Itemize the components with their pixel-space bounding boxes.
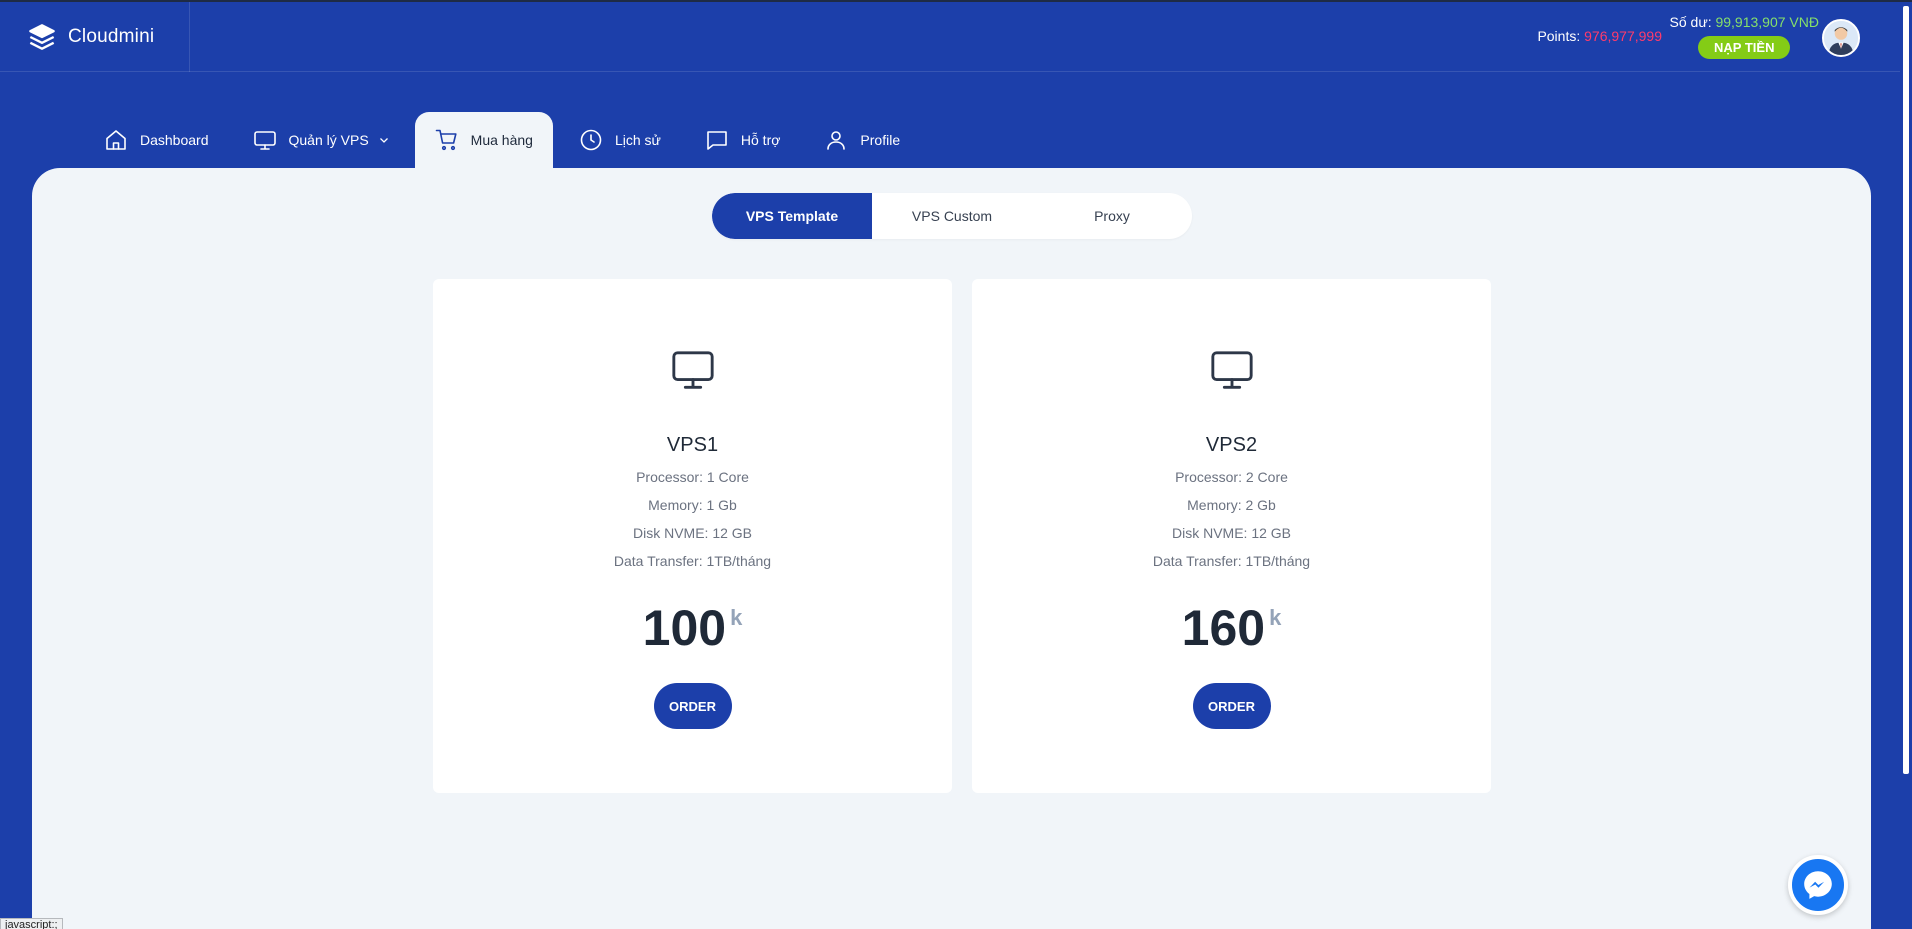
nav-dashboard-label: Dashboard	[140, 132, 209, 148]
messenger-chat-button[interactable]	[1788, 855, 1848, 915]
page-scrollbar[interactable]	[1900, 2, 1912, 929]
plan-processor: Processor: 1 Core	[636, 469, 749, 485]
home-icon	[106, 130, 126, 150]
layers-logo-icon	[29, 24, 55, 50]
points-label: Points:	[1537, 28, 1581, 44]
nav-vps-label: Quản lý VPS	[288, 132, 369, 148]
order-button[interactable]: ORDER	[653, 683, 732, 729]
plan-price-value: 100	[642, 600, 727, 656]
plan-disk: Disk NVME: 12 GB	[632, 525, 753, 541]
nav-profile[interactable]: Profile	[806, 112, 918, 168]
plan-card-vps1: VPS1 Processor: 1 Core Memory: 1 Gb Disk…	[433, 279, 952, 793]
plan-memory: Memory: 2 Gb	[1187, 497, 1276, 513]
chevron-down-icon	[379, 138, 388, 143]
nav-support-label: Hỗ trợ	[740, 132, 781, 148]
balance-label: Số dư:	[1669, 14, 1712, 30]
main-content: VPS Template VPS Custom Proxy VPS1 Proce…	[32, 168, 1871, 929]
user-avatar-icon	[1824, 21, 1858, 55]
main-nav: Dashboard Quản lý VPS Mua hàng Lịch sử H…	[86, 112, 926, 168]
nav-dashboard[interactable]: Dashboard	[86, 112, 227, 168]
points-value: 976,977,999	[1584, 28, 1662, 44]
user-icon	[827, 131, 846, 150]
plan-memory: Memory: 1 Gb	[648, 497, 737, 513]
balance-value: 99,913,907 VNĐ	[1715, 14, 1819, 30]
nav-shop[interactable]: Mua hàng	[414, 112, 553, 168]
chat-bubble-icon	[707, 131, 727, 150]
plan-disk: Disk NVME: 12 GB	[1171, 525, 1292, 541]
nav-vps-manage[interactable]: Quản lý VPS	[235, 112, 407, 168]
plan-transfer: Data Transfer: 1TB/tháng	[613, 553, 772, 569]
cart-icon	[435, 129, 457, 151]
monitor-icon	[671, 351, 714, 389]
clock-icon	[580, 129, 602, 151]
nav-support[interactable]: Hỗ trợ	[687, 112, 799, 168]
plan-price-unit: k	[1269, 605, 1282, 630]
plan-price-unit: k	[730, 605, 743, 630]
messenger-icon	[1804, 871, 1832, 899]
tab-vps-template[interactable]: VPS Template	[712, 193, 872, 239]
plan-transfer: Data Transfer: 1TB/tháng	[1152, 553, 1311, 569]
plan-price: 160 k	[972, 599, 1491, 657]
nav-history[interactable]: Lịch sử	[561, 112, 679, 168]
points-display: Points: 976,977,999	[1537, 28, 1662, 44]
avatar[interactable]	[1822, 19, 1860, 57]
tab-vps-custom[interactable]: VPS Custom	[872, 193, 1032, 239]
status-bar-tooltip: javascript:;	[0, 918, 63, 929]
plan-name: VPS2	[1205, 434, 1258, 456]
plan-name: VPS1	[666, 434, 719, 456]
plan-price-value: 160	[1181, 600, 1266, 656]
nav-profile-label: Profile	[860, 132, 901, 148]
plan-card-vps2: VPS2 Processor: 2 Core Memory: 2 Gb Disk…	[972, 279, 1491, 793]
product-tabs: VPS Template VPS Custom Proxy	[712, 193, 1192, 239]
balance-display: Số dư: 99,913,907 VNĐ NẠP TIỀN	[1670, 14, 1819, 59]
brand-name: Cloudmini	[68, 26, 155, 47]
monitor-icon	[1210, 351, 1253, 389]
order-button[interactable]: ORDER	[1192, 683, 1271, 729]
plan-processor: Processor: 2 Core	[1175, 469, 1288, 485]
nav-shop-label: Mua hàng	[470, 132, 533, 148]
topup-button[interactable]: NẠP TIỀN	[1698, 36, 1791, 59]
brand[interactable]: Cloudmini	[28, 2, 190, 72]
scrollbar-thumb[interactable]	[1903, 6, 1909, 774]
top-header: Cloudmini Points: 976,977,999 Số dư: 99,…	[0, 2, 1900, 72]
tab-proxy[interactable]: Proxy	[1032, 193, 1192, 239]
monitor-icon	[253, 131, 276, 150]
plan-price: 100 k	[433, 599, 952, 657]
nav-history-label: Lịch sử	[614, 132, 661, 148]
